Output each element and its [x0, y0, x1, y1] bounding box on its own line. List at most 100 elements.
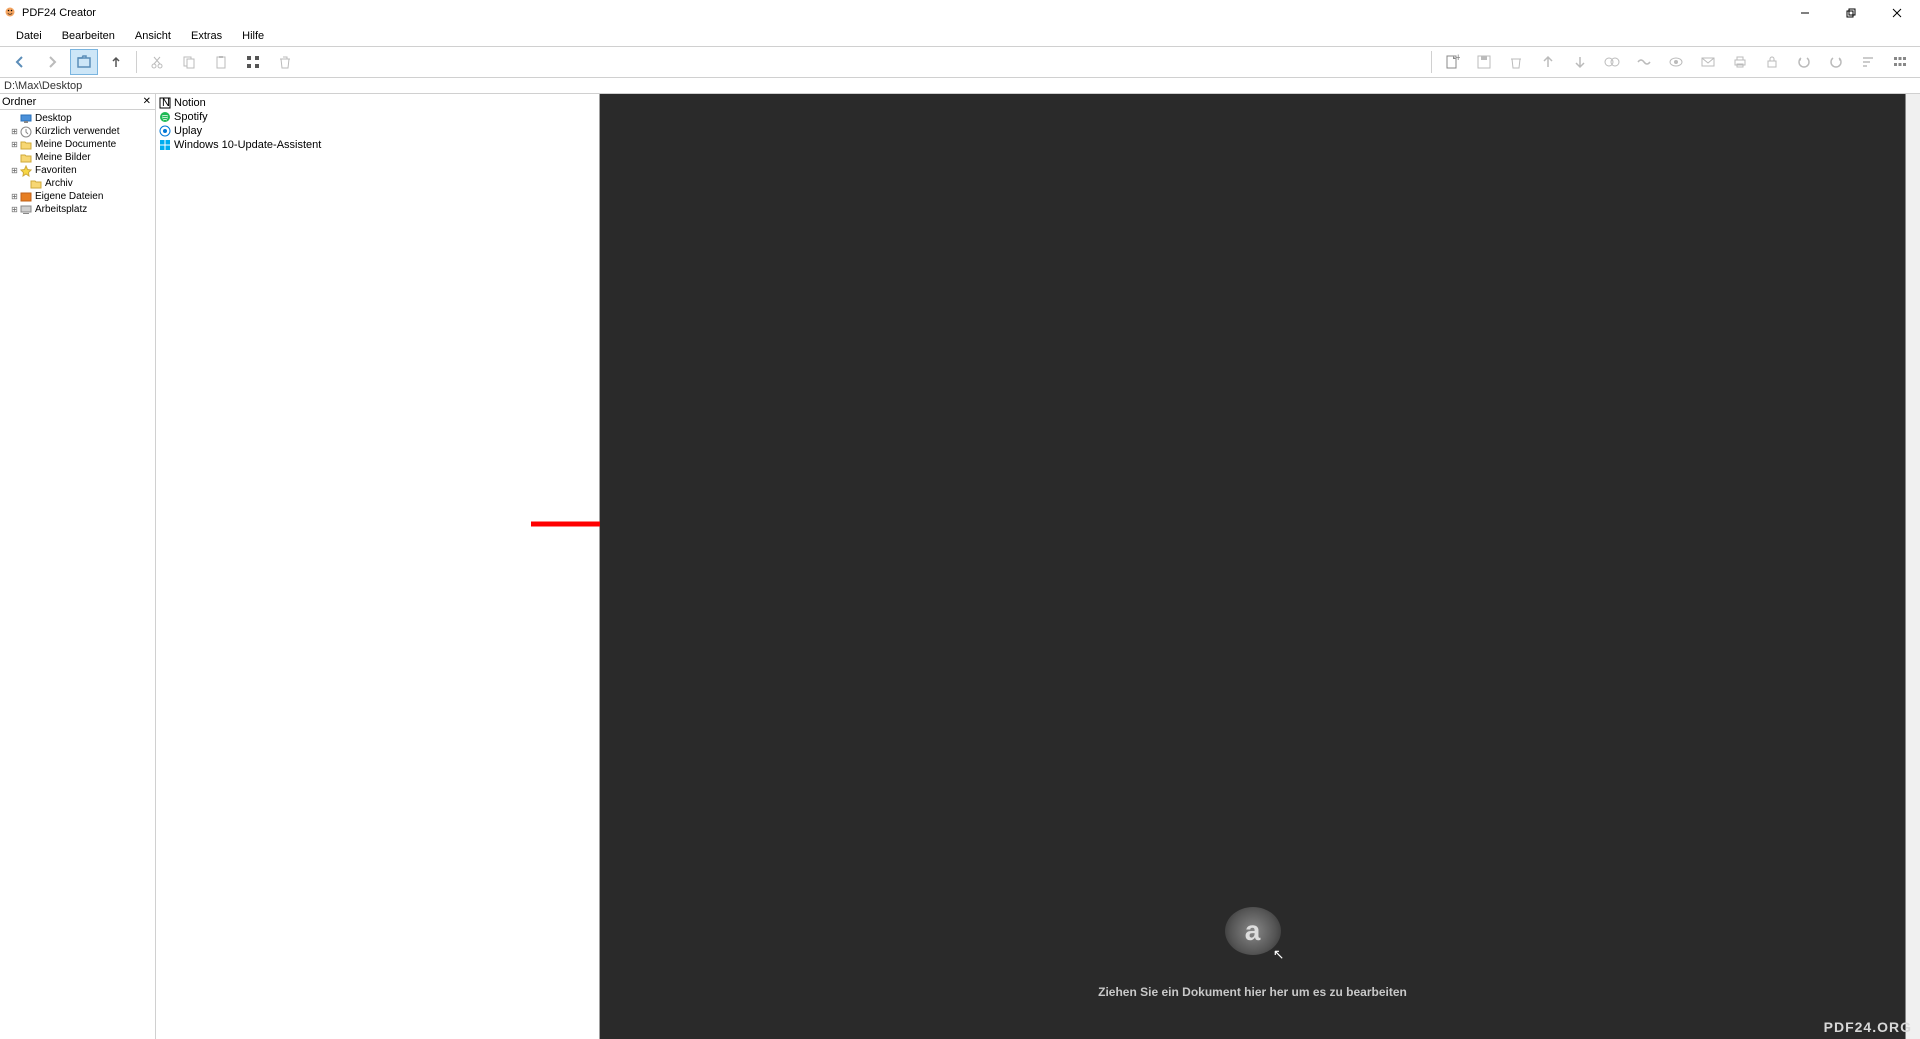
menu-hilfe[interactable]: Hilfe: [232, 28, 274, 44]
svg-text:+: +: [1455, 54, 1460, 64]
toolbar-separator: [136, 51, 137, 73]
minimize-button[interactable]: [1782, 0, 1828, 26]
menu-extras[interactable]: Extras: [181, 28, 232, 44]
file-windows-icon: [158, 139, 172, 151]
svg-text:N: N: [162, 97, 170, 109]
split-button[interactable]: [1630, 49, 1658, 75]
file-item[interactable]: Windows 10-Update-Assistent: [158, 138, 597, 152]
tree-node[interactable]: ⊞ Kürzlich verwendet: [0, 125, 155, 138]
up-folder-button[interactable]: [102, 49, 130, 75]
cut-button[interactable]: [143, 49, 171, 75]
forward-button[interactable]: [38, 49, 66, 75]
tree-node-label: Favoriten: [35, 165, 77, 176]
scrollbar-gutter[interactable]: [1906, 94, 1920, 1039]
window-controls: [1782, 0, 1920, 26]
tree-expand-icon[interactable]: ⊞: [10, 166, 19, 175]
view-grid-button[interactable]: [239, 49, 267, 75]
merge-button[interactable]: [1598, 49, 1626, 75]
tree-node[interactable]: ⊞ Arbeitsplatz: [0, 203, 155, 216]
tree-folder-icon: [19, 152, 33, 164]
folder-tree-close-icon[interactable]: ✕: [141, 96, 153, 107]
folder-tree-panel: Ordner ✕ Desktop ⊞ Kürzlich verwendet ⊞ Mein…: [0, 94, 156, 1039]
file-item[interactable]: N Notion: [158, 96, 597, 110]
toolbar-separator-2: [1431, 51, 1432, 73]
tree-node-label: Desktop: [35, 113, 72, 124]
tree-recent-icon: [19, 126, 33, 138]
file-list[interactable]: N Notion Spotify Uplay Windows 10-Update-Ass…: [156, 94, 599, 154]
tree-computer-icon: [19, 204, 33, 216]
back-button[interactable]: [6, 49, 34, 75]
file-item-label: Notion: [174, 97, 206, 109]
rotate-right-button[interactable]: [1822, 49, 1850, 75]
file-uplay-icon: [158, 125, 172, 137]
titlebar: PDF24 Creator: [0, 0, 1920, 26]
sort-button[interactable]: [1854, 49, 1882, 75]
tree-desktop-icon: [19, 113, 33, 125]
close-button[interactable]: [1874, 0, 1920, 26]
tree-node[interactable]: Meine Bilder: [0, 151, 155, 164]
titlebar-left: PDF24 Creator: [4, 6, 96, 20]
save-doc-button[interactable]: [1470, 49, 1498, 75]
tree-node-label: Meine Bilder: [35, 152, 91, 163]
rotate-left-button[interactable]: [1790, 49, 1818, 75]
tree-expand-icon[interactable]: ⊞: [10, 205, 19, 214]
file-item[interactable]: Spotify: [158, 110, 597, 124]
tree-node-label: Archiv: [45, 178, 73, 189]
file-notion-icon: N: [158, 97, 172, 109]
main-area: Ordner ✕ Desktop ⊞ Kürzlich verwendet ⊞ Mein…: [0, 94, 1920, 1039]
tree-star-icon: [19, 165, 33, 177]
email-button[interactable]: [1694, 49, 1722, 75]
tree-folder-box-icon: [19, 191, 33, 203]
tree-node-label: Arbeitsplatz: [35, 204, 87, 215]
drop-zone[interactable]: a ↖ Ziehen Sie ein Dokument hier her um …: [600, 94, 1906, 1039]
menu-bearbeiten[interactable]: Bearbeiten: [52, 28, 125, 44]
tree-node[interactable]: ⊞ Meine Documente: [0, 138, 155, 151]
tree-node[interactable]: ⊞ Eigene Dateien: [0, 190, 155, 203]
file-list-panel: N Notion Spotify Uplay Windows 10-Update-Ass…: [156, 94, 600, 1039]
tree-expand-icon[interactable]: ⊞: [10, 127, 19, 136]
app-icon: [4, 6, 18, 20]
file-item[interactable]: Uplay: [158, 124, 597, 138]
tree-node-label: Meine Documente: [35, 139, 116, 150]
copy-button[interactable]: [175, 49, 203, 75]
tree-folder-icon: [19, 139, 33, 151]
tree-node-label: Kürzlich verwendet: [35, 126, 119, 137]
menubar: Datei Bearbeiten Ansicht Extras Hilfe: [0, 26, 1920, 46]
move-up-button[interactable]: [1534, 49, 1562, 75]
tree-node[interactable]: Archiv: [0, 177, 155, 190]
watermark: PDF24.ORG: [1824, 1019, 1912, 1035]
tree-folder-icon: [29, 178, 43, 190]
delete-file-button[interactable]: [271, 49, 299, 75]
tree-node-label: Eigene Dateien: [35, 191, 103, 202]
drop-zone-logo-icon: a ↖: [1225, 907, 1281, 955]
move-down-button[interactable]: [1566, 49, 1594, 75]
lock-button[interactable]: [1758, 49, 1786, 75]
paste-button[interactable]: [207, 49, 235, 75]
delete-doc-button[interactable]: [1502, 49, 1530, 75]
tree-node[interactable]: ⊞ Favoriten: [0, 164, 155, 177]
tree-expand-icon[interactable]: ⊞: [10, 140, 19, 149]
maximize-button[interactable]: [1828, 0, 1874, 26]
file-item-label: Spotify: [174, 111, 208, 123]
view-pages-button[interactable]: [1886, 49, 1914, 75]
menu-datei[interactable]: Datei: [6, 28, 52, 44]
menu-ansicht[interactable]: Ansicht: [125, 28, 181, 44]
toolbar: +: [0, 46, 1920, 78]
pathbar: D:\Max\Desktop: [0, 78, 1920, 94]
folder-tree-toggle[interactable]: [70, 49, 98, 75]
app-title: PDF24 Creator: [22, 7, 96, 19]
new-doc-button[interactable]: +: [1438, 49, 1466, 75]
print-button[interactable]: [1726, 49, 1754, 75]
cursor-icon: ↖: [1273, 946, 1285, 963]
file-item-label: Uplay: [174, 125, 202, 137]
drop-zone-logo-text: a: [1245, 915, 1261, 947]
drop-zone-hint: Ziehen Sie ein Dokument hier her um es z…: [1098, 985, 1407, 999]
folder-tree-header: Ordner ✕: [0, 94, 155, 110]
preview-button[interactable]: [1662, 49, 1690, 75]
folder-tree-body[interactable]: Desktop ⊞ Kürzlich verwendet ⊞ Meine Documen…: [0, 110, 155, 1039]
file-spotify-icon: [158, 111, 172, 123]
tree-node[interactable]: Desktop: [0, 112, 155, 125]
tree-expand-icon[interactable]: ⊞: [10, 192, 19, 201]
current-path: D:\Max\Desktop: [4, 80, 82, 92]
file-item-label: Windows 10-Update-Assistent: [174, 139, 321, 151]
